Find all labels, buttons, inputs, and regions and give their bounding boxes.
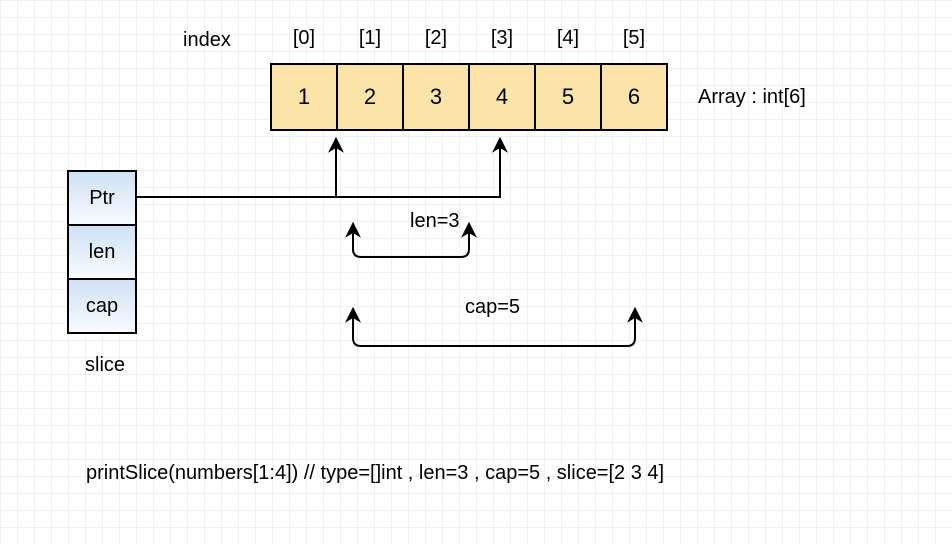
array-type-label: Array : int[6] — [698, 86, 806, 109]
ptr-to-index3-arrow — [137, 140, 500, 197]
ptr-arrow-group — [137, 140, 500, 197]
slice-ptr-cell: Ptr — [67, 170, 137, 226]
slice-label: slice — [85, 354, 125, 377]
len-annotation: len=3 — [410, 210, 460, 233]
array-cell-2: 3 — [402, 63, 470, 131]
slice-len-cell: len — [67, 224, 137, 280]
array-row: 1 2 3 4 5 6 — [270, 63, 668, 131]
index-2: [2] — [402, 27, 470, 50]
ptr-to-index1-arrow — [137, 140, 336, 197]
index-4: [4] — [534, 27, 602, 50]
code-line: printSlice(numbers[1:4]) // type=[]int ,… — [86, 462, 664, 485]
index-5: [5] — [600, 27, 668, 50]
array-cell-5: 6 — [600, 63, 668, 131]
index-row: [0] [1] [2] [3] [4] [5] — [270, 27, 668, 50]
slice-cap-cell: cap — [67, 278, 137, 334]
index-1: [1] — [336, 27, 404, 50]
index-label: index — [183, 29, 231, 52]
slice-struct: Ptr len cap — [67, 170, 137, 334]
array-cell-4: 5 — [534, 63, 602, 131]
array-cell-3: 4 — [468, 63, 536, 131]
array-cell-1: 2 — [336, 63, 404, 131]
index-3: [3] — [468, 27, 536, 50]
index-0: [0] — [270, 27, 338, 50]
cap-annotation: cap=5 — [465, 296, 520, 319]
array-cell-0: 1 — [270, 63, 338, 131]
